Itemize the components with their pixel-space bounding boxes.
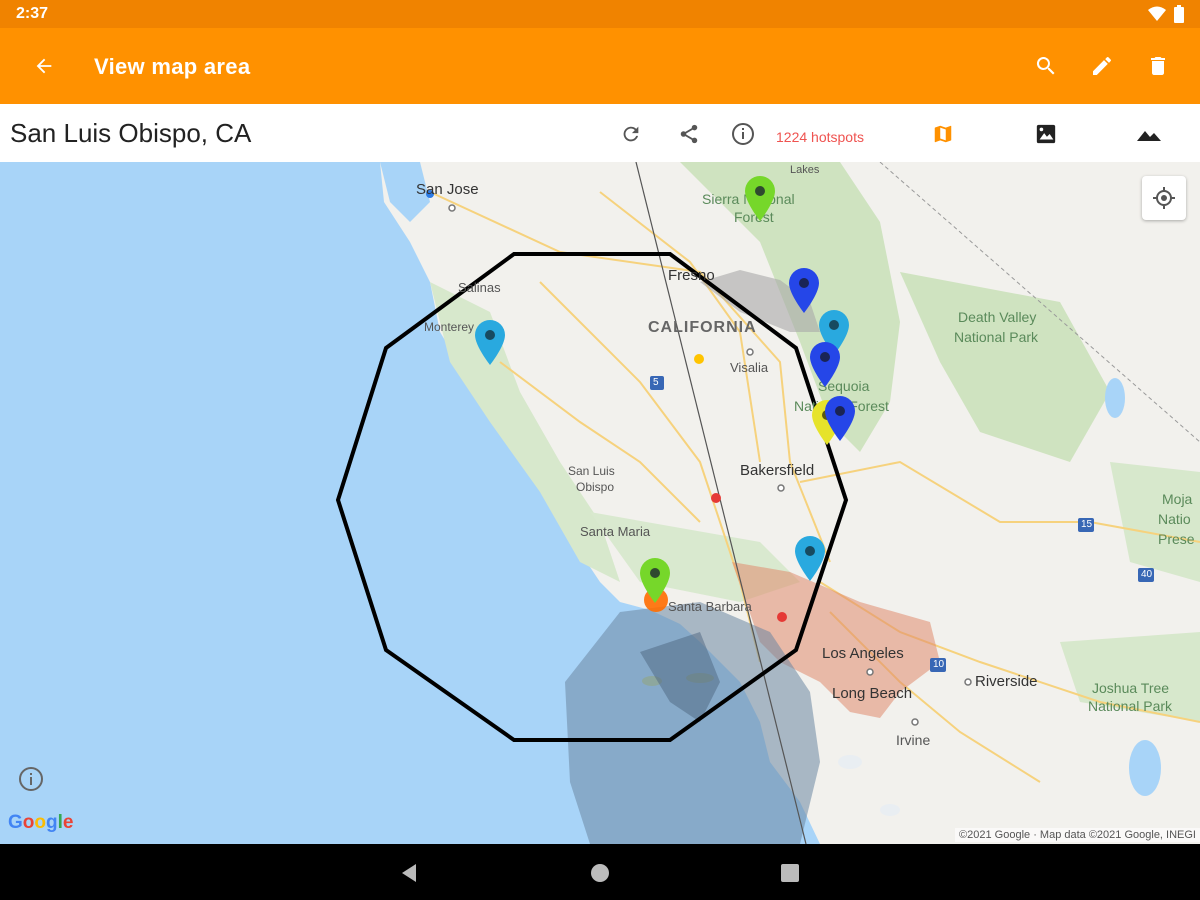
label-bakersfield: Bakersfield bbox=[740, 462, 815, 479]
navigation-bar bbox=[0, 844, 1200, 900]
crosshair-icon bbox=[1153, 187, 1175, 209]
label-lakes: Lakes bbox=[790, 164, 820, 176]
terrain-button[interactable] bbox=[1134, 119, 1164, 149]
label-california: CALIFORNIA bbox=[648, 319, 757, 336]
map-pin-lightblue[interactable] bbox=[473, 318, 507, 366]
google-logo-letter: o bbox=[34, 812, 46, 833]
label-i15: 15 bbox=[1081, 519, 1093, 530]
hotspot-dot bbox=[777, 612, 787, 622]
wifi-icon bbox=[1148, 6, 1166, 21]
map-attribution: ©2021 Google · Map data ©2021 Google, IN… bbox=[955, 828, 1200, 842]
location-toolbar: San Luis Obispo, CA 1224 hotspots bbox=[0, 104, 1200, 163]
share-icon bbox=[680, 124, 698, 144]
label-joshua-1: Joshua Tree bbox=[1092, 680, 1170, 696]
delete-button[interactable] bbox=[1136, 44, 1180, 88]
location-title: San Luis Obispo, CA bbox=[10, 118, 252, 148]
label-mojave-3: Prese bbox=[1158, 531, 1195, 547]
label-visalia: Visalia bbox=[730, 360, 769, 375]
arrow-back-icon bbox=[36, 58, 52, 74]
label-san-luis-1: San Luis bbox=[568, 464, 615, 478]
satellite-button[interactable] bbox=[1031, 119, 1061, 149]
delete-icon bbox=[1151, 57, 1165, 75]
nav-back-button[interactable] bbox=[394, 858, 424, 888]
map-pin-blue[interactable] bbox=[823, 394, 857, 442]
label-los-angeles: Los Angeles bbox=[822, 645, 904, 662]
app-actions bbox=[1024, 44, 1180, 88]
app-title: View map area bbox=[94, 54, 251, 79]
google-logo: Google bbox=[8, 812, 73, 834]
map-view[interactable]: San Jose Sierra National Forest Lakes Fr… bbox=[0, 162, 1200, 844]
search-icon bbox=[1036, 57, 1055, 75]
status-icons bbox=[1148, 5, 1184, 23]
nav-home-button[interactable] bbox=[585, 858, 615, 888]
info-icon bbox=[732, 123, 754, 145]
hotspot-dot bbox=[711, 493, 721, 503]
map-pin-lightblue[interactable] bbox=[793, 534, 827, 582]
label-santa-barbara: Santa Barbara bbox=[668, 599, 752, 614]
app-bar: View map area bbox=[0, 28, 1200, 104]
label-irvine: Irvine bbox=[896, 732, 931, 748]
my-location-button[interactable] bbox=[1142, 176, 1186, 220]
refresh-icon bbox=[623, 126, 639, 142]
map-info-icon[interactable] bbox=[18, 766, 44, 792]
google-logo-letter: G bbox=[8, 812, 23, 833]
label-i5: 5 bbox=[653, 377, 659, 388]
label-death-valley-2: National Park bbox=[954, 329, 1039, 345]
label-long-beach: Long Beach bbox=[832, 685, 913, 702]
battery-icon bbox=[1174, 5, 1184, 23]
refresh-button[interactable] bbox=[616, 119, 646, 149]
terrain-icon bbox=[1137, 131, 1161, 141]
nav-recents-button[interactable] bbox=[775, 858, 805, 888]
salton-sea bbox=[1129, 740, 1161, 796]
map-canvas[interactable] bbox=[0, 162, 1200, 844]
share-button[interactable] bbox=[674, 119, 704, 149]
map-type-button[interactable] bbox=[928, 119, 958, 149]
map-pin-blue[interactable] bbox=[808, 340, 842, 388]
label-fresno: Fresno bbox=[668, 267, 715, 284]
label-monterey: Monterey bbox=[424, 320, 475, 334]
channel-island-4 bbox=[880, 804, 900, 816]
label-mojave-2: Natio bbox=[1158, 511, 1191, 527]
label-san-luis-2: Obispo bbox=[576, 480, 615, 494]
label-riverside: Riverside bbox=[975, 673, 1038, 690]
map-pin-green[interactable] bbox=[743, 174, 777, 222]
status-bar: 2:37 bbox=[0, 0, 1200, 28]
label-san-jose: San Jose bbox=[416, 181, 479, 198]
hotspot-dot bbox=[694, 354, 704, 364]
map-type-icon bbox=[934, 125, 952, 143]
label-santa-maria: Santa Maria bbox=[580, 524, 651, 539]
info-button[interactable] bbox=[728, 119, 758, 149]
satellite-icon bbox=[1036, 124, 1056, 144]
back-triangle-icon bbox=[402, 864, 416, 882]
google-logo-letter: o bbox=[22, 812, 35, 833]
recents-square-icon bbox=[781, 864, 799, 882]
google-logo-letter: g bbox=[46, 812, 58, 833]
status-time: 2:37 bbox=[16, 5, 49, 22]
label-salinas: Salinas bbox=[458, 280, 501, 295]
back-button[interactable] bbox=[22, 44, 66, 88]
label-mojave-1: Moja bbox=[1162, 491, 1193, 507]
edit-button[interactable] bbox=[1080, 44, 1124, 88]
map-pin-blue[interactable] bbox=[787, 266, 821, 314]
label-i40: 40 bbox=[1141, 569, 1153, 580]
edit-icon bbox=[1093, 57, 1111, 75]
label-death-valley-1: Death Valley bbox=[958, 309, 1037, 325]
label-i10: 10 bbox=[933, 659, 945, 670]
desert-lake bbox=[1105, 378, 1125, 418]
search-button[interactable] bbox=[1024, 44, 1068, 88]
channel-island-3 bbox=[838, 755, 862, 769]
map-pin-green[interactable] bbox=[638, 556, 672, 604]
google-logo-letter: e bbox=[62, 812, 74, 833]
label-joshua-2: National Park bbox=[1088, 698, 1173, 714]
home-circle-icon bbox=[591, 864, 609, 882]
hotspot-count[interactable]: 1224 hotspots bbox=[776, 129, 864, 145]
